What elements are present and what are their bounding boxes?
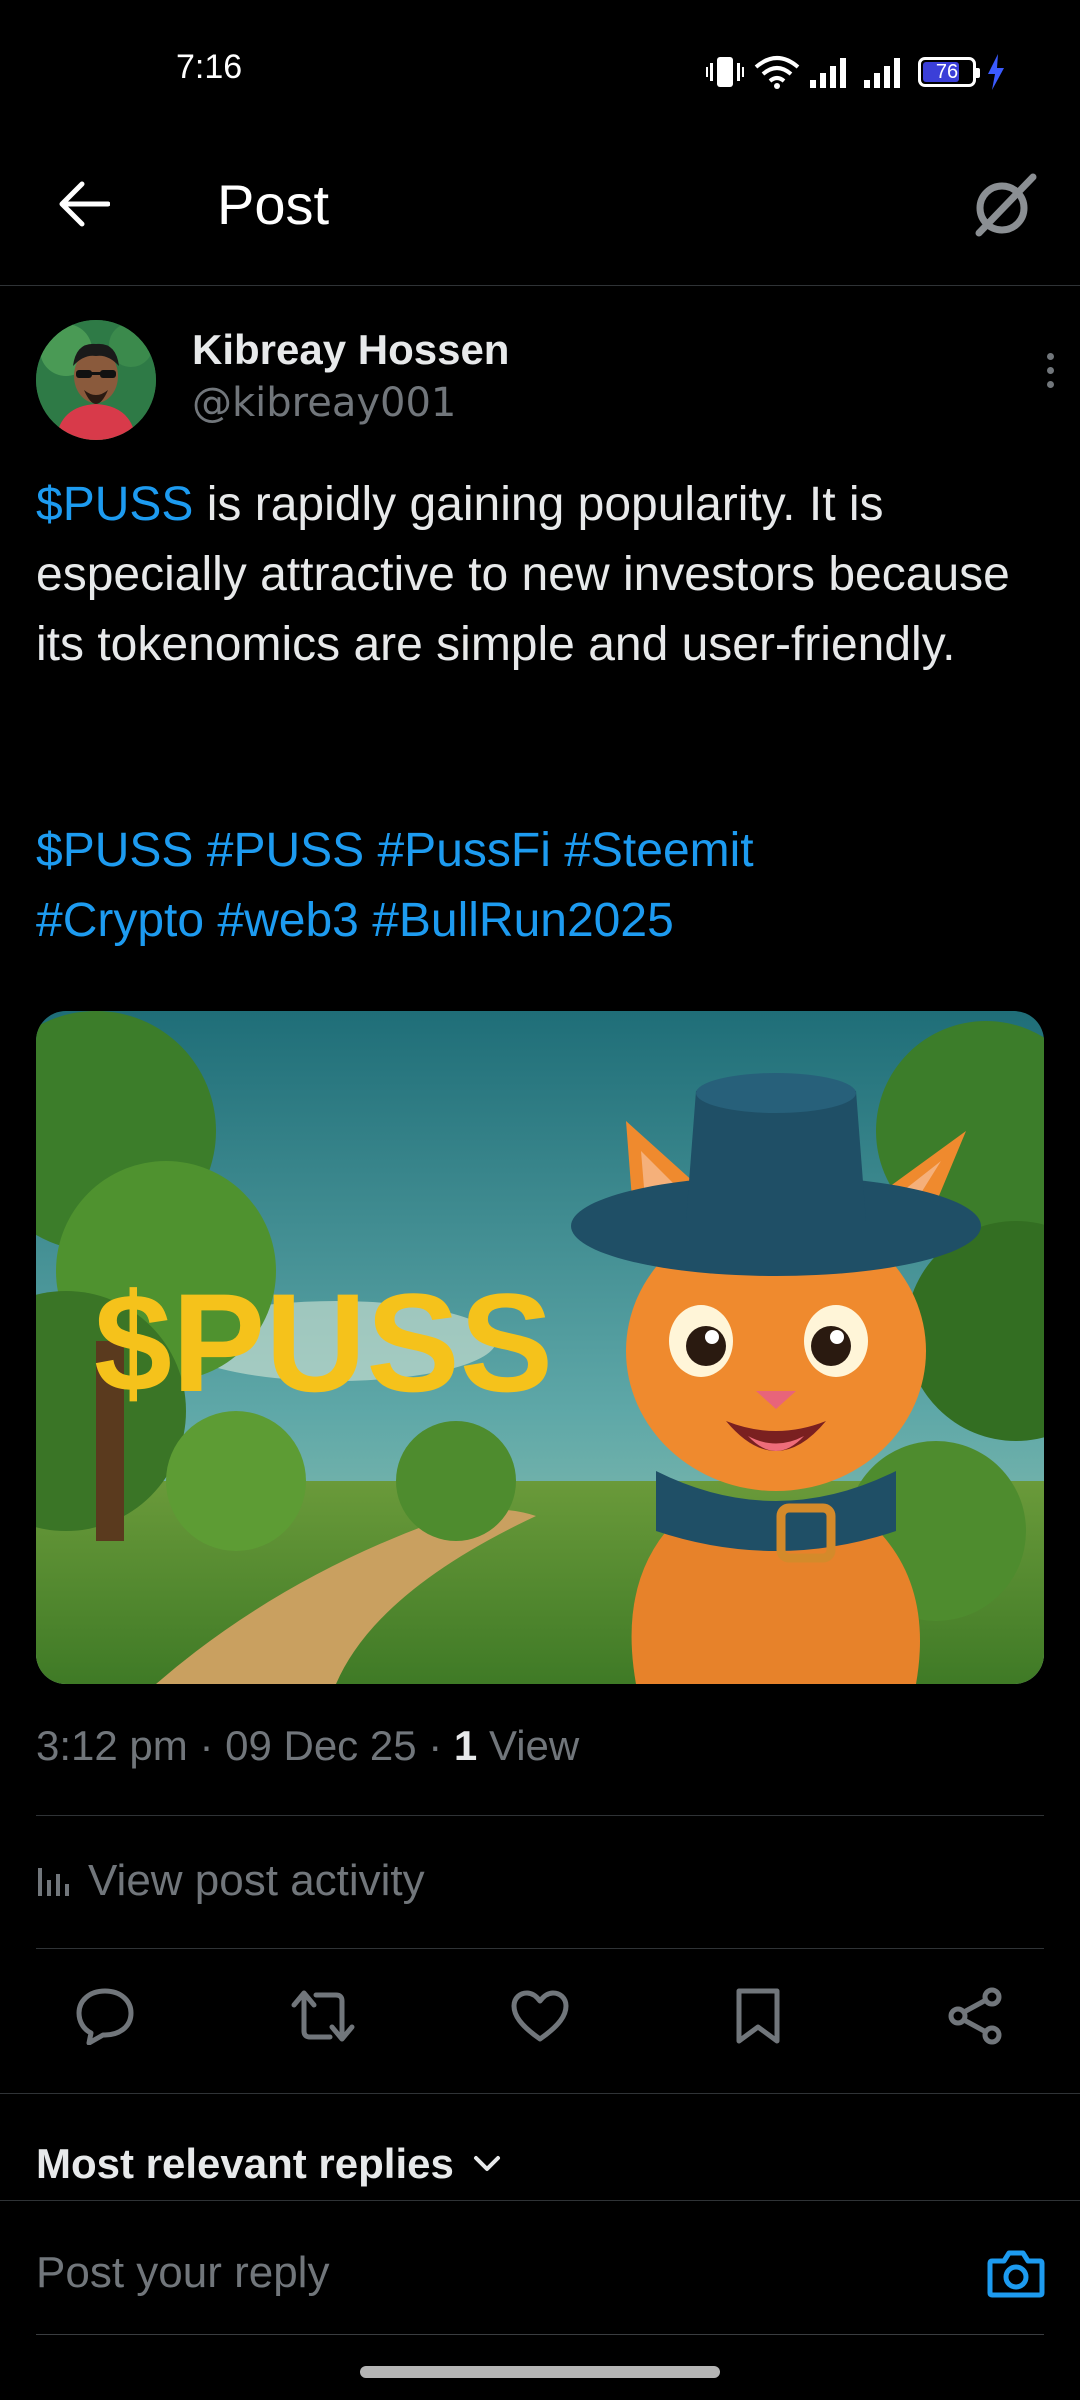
more-dot (1046, 380, 1054, 388)
grok-button[interactable] (964, 166, 1044, 246)
signal-icon (864, 58, 900, 88)
meta-divider (36, 1815, 1044, 1816)
camera-icon (987, 2250, 1045, 2298)
more-dot (1046, 352, 1054, 360)
hashtags[interactable]: $PUSS #PUSS #PussFi #Steemit #Crypto #we… (36, 816, 1046, 956)
status-time: 7:16 (176, 48, 243, 86)
repost-icon (291, 1990, 354, 2042)
reply-input[interactable]: Post your reply (36, 2248, 936, 2298)
grok-icon (975, 173, 1037, 237)
actions-divider (0, 2093, 1080, 2094)
action-bar (36, 1980, 1044, 2060)
reply-button[interactable] (69, 1980, 141, 2052)
header-divider (0, 285, 1080, 286)
avatar[interactable] (36, 320, 156, 440)
activity-label: View post activity (88, 1856, 425, 1905)
replies-sort-label: Most relevant replies (36, 2140, 454, 2187)
activity-divider (36, 1948, 1044, 1949)
meta-separator: · (428, 1722, 443, 1769)
view-post-activity-button[interactable]: View post activity (36, 1856, 425, 1906)
back-button[interactable] (48, 168, 120, 240)
arrow-left-icon (59, 181, 110, 227)
author-handle[interactable]: @kibreay001 (192, 380, 456, 426)
cashtag-link[interactable]: $PUSS (36, 478, 193, 531)
post-image[interactable]: $PUSS (36, 1011, 1044, 1684)
bookmark-icon (736, 1988, 779, 2044)
home-indicator[interactable] (360, 2366, 720, 2378)
chevron-down-icon (473, 2156, 500, 2171)
meta-separator: · (199, 1722, 214, 1769)
post-text: $PUSS is rapidly gaining popularity. It … (36, 470, 1046, 680)
vibrate-icon (706, 57, 744, 87)
reply-underline (36, 2334, 1044, 2335)
more-options-button[interactable] (1030, 340, 1070, 400)
charging-icon (988, 54, 1004, 90)
page-title: Post (217, 173, 330, 236)
post-meta: 3:12 pm · 09 Dec 25 · 1 View (36, 1722, 579, 1770)
share-button[interactable] (939, 1980, 1011, 2052)
heart-icon (511, 1990, 569, 2042)
signal-icon (810, 58, 846, 88)
bookmark-button[interactable] (722, 1980, 794, 2052)
views-label: View (488, 1722, 580, 1769)
avatar-image (36, 320, 156, 440)
hashtags-line[interactable]: #Crypto #web3 #BullRun2025 (36, 886, 1046, 956)
puss-cat-image: $PUSS (36, 1011, 1044, 1684)
hashtags-line[interactable]: $PUSS #PUSS #PussFi #Steemit (36, 816, 1046, 886)
status-icons: 76 (706, 52, 1006, 92)
camera-button[interactable] (980, 2238, 1052, 2310)
more-dot (1046, 366, 1054, 374)
author-name[interactable]: Kibreay Hossen (192, 326, 509, 374)
image-text: $PUSS (94, 1264, 553, 1421)
post-time: 3:12 pm (36, 1722, 188, 1769)
repost-button[interactable] (287, 1980, 359, 2052)
battery-icon: 76 (918, 57, 980, 87)
replies-divider (0, 2200, 1080, 2201)
analytics-icon (38, 1868, 69, 1896)
post-date: 09 Dec 25 (225, 1722, 417, 1769)
reply-icon (76, 1988, 134, 2045)
like-button[interactable] (504, 1980, 576, 2052)
wifi-icon (754, 56, 800, 89)
share-icon (948, 1987, 1002, 2045)
battery-level: 76 (935, 60, 959, 83)
views-count: 1 (453, 1722, 478, 1769)
replies-sort-dropdown[interactable]: Most relevant replies (36, 2140, 502, 2188)
